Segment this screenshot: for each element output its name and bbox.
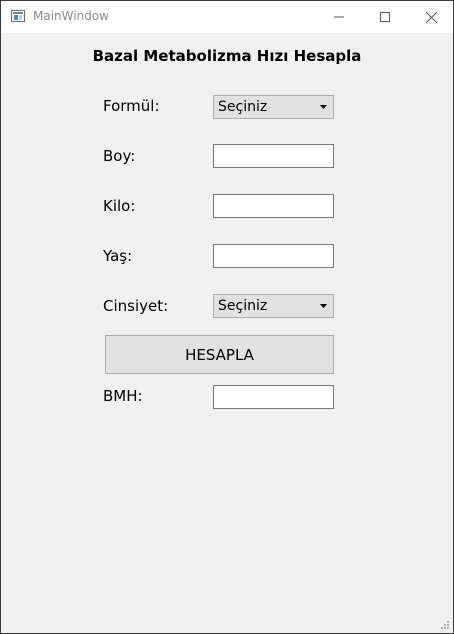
gender-select[interactable]: Seçiniz (213, 294, 334, 318)
page-title: Bazal Metabolizma Hızı Hesapla (92, 47, 362, 65)
formula-select[interactable]: Seçiniz (213, 95, 334, 119)
age-input[interactable] (213, 244, 334, 268)
formula-select-value: Seçiniz (218, 99, 268, 115)
title-bar[interactable]: MainWindow (1, 1, 453, 33)
close-icon (425, 11, 437, 23)
weight-input[interactable] (213, 194, 334, 218)
main-window: MainWindow Bazal Metabolizma Hızı Hesapl… (0, 0, 454, 634)
weight-label: Kilo: (103, 197, 136, 215)
calculate-button[interactable]: HESAPLA (105, 335, 334, 374)
height-label: Boy: (103, 147, 136, 165)
height-input[interactable] (213, 144, 334, 168)
window-app-icon (11, 10, 25, 22)
formula-label: Formül: (103, 97, 160, 115)
dropdown-arrow-icon (320, 304, 327, 308)
gender-select-value: Seçiniz (218, 298, 268, 314)
age-label: Yaş: (103, 247, 133, 265)
minimize-button[interactable] (316, 1, 362, 33)
maximize-button[interactable] (362, 1, 408, 33)
dropdown-arrow-icon (320, 105, 327, 109)
resize-grip-icon[interactable] (441, 621, 450, 630)
close-button[interactable] (408, 1, 454, 33)
window-title: MainWindow (33, 9, 109, 23)
minimize-icon (334, 16, 344, 18)
maximize-icon (380, 12, 390, 22)
bmh-result-field[interactable] (213, 385, 334, 409)
gender-label: Cinsiyet: (103, 297, 169, 315)
bmh-label: BMH: (103, 387, 143, 405)
